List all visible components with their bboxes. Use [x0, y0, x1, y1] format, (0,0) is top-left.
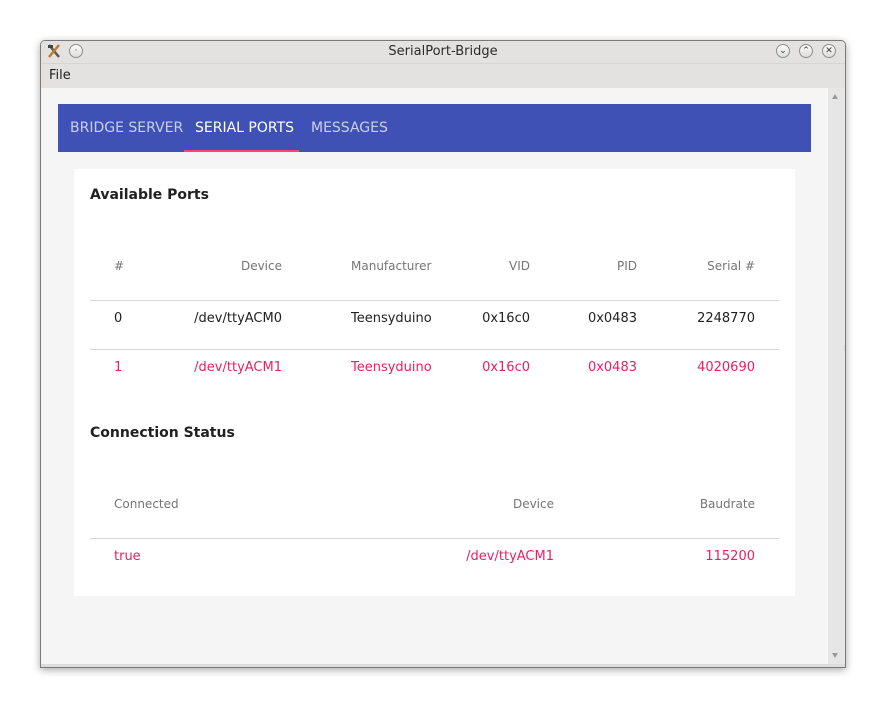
col-header-device[interactable]: Device	[182, 259, 282, 273]
col-header-baudrate[interactable]: Baudrate	[655, 497, 755, 511]
tab-messages[interactable]: MESSAGES	[311, 104, 388, 152]
cell-manufacturer: Teensyduino	[351, 360, 432, 375]
table-header-divider	[90, 300, 779, 301]
cell-serial: 4020690	[697, 360, 755, 375]
scroll-up-icon[interactable]	[832, 94, 838, 99]
window-bottom-border	[41, 664, 845, 667]
col-header-manufacturer[interactable]: Manufacturer	[351, 259, 431, 273]
maximize-button[interactable]: ⌃	[799, 44, 813, 58]
connection-status-title: Connection Status	[90, 425, 235, 441]
table-header-divider	[90, 538, 779, 539]
menu-bar: File	[41, 64, 845, 88]
scroll-down-icon[interactable]	[832, 653, 838, 658]
cell-baudrate: 115200	[705, 549, 755, 564]
main-content: BRIDGE SERVER SERIAL PORTS MESSAGES Avai…	[41, 88, 828, 664]
vertical-scrollbar[interactable]: ⋮	[828, 88, 845, 664]
active-tab-indicator	[184, 150, 299, 152]
app-window: · SerialPort-Bridge ⌄ ⌃ ✕ File BRIDGE SE…	[40, 40, 846, 668]
cell-connected: true	[114, 549, 141, 564]
cell-manufacturer: Teensyduino	[351, 311, 432, 326]
col-header-pid[interactable]: PID	[557, 259, 637, 273]
close-button[interactable]: ✕	[822, 44, 836, 58]
title-bar: · SerialPort-Bridge ⌄ ⌃ ✕	[41, 41, 845, 64]
cell-device: /dev/ttyACM1	[194, 360, 282, 375]
cell-vid: 0x16c0	[482, 311, 530, 326]
cell-vid: 0x16c0	[482, 360, 530, 375]
col-header-serial[interactable]: Serial #	[655, 259, 755, 273]
menu-file[interactable]: File	[49, 68, 71, 83]
col-header-index[interactable]: #	[114, 259, 124, 273]
cell-device: /dev/ttyACM0	[194, 311, 282, 326]
cell-serial: 2248770	[697, 311, 755, 326]
cell-index: 1	[114, 360, 123, 375]
row-divider	[90, 349, 779, 350]
resize-grip-icon: ⋮	[842, 345, 845, 355]
cell-index: 0	[114, 311, 123, 326]
col-header-connected[interactable]: Connected	[114, 497, 179, 511]
minimize-button[interactable]: ⌄	[776, 44, 790, 58]
available-ports-title: Available Ports	[90, 187, 209, 203]
cell-pid: 0x0483	[587, 311, 637, 326]
window-title: SerialPort-Bridge	[388, 44, 498, 59]
tab-serial-ports[interactable]: SERIAL PORTS	[195, 104, 294, 152]
tab-bar: BRIDGE SERVER SERIAL PORTS MESSAGES	[58, 104, 811, 152]
serial-ports-card: Available Ports # Device Manufacturer VI…	[74, 169, 795, 596]
cell-status-device: /dev/ttyACM1	[466, 549, 554, 564]
col-header-status-device[interactable]: Device	[454, 497, 554, 511]
col-header-vid[interactable]: VID	[450, 259, 530, 273]
tab-bridge-server[interactable]: BRIDGE SERVER	[70, 104, 183, 152]
cell-pid: 0x0483	[587, 360, 637, 375]
